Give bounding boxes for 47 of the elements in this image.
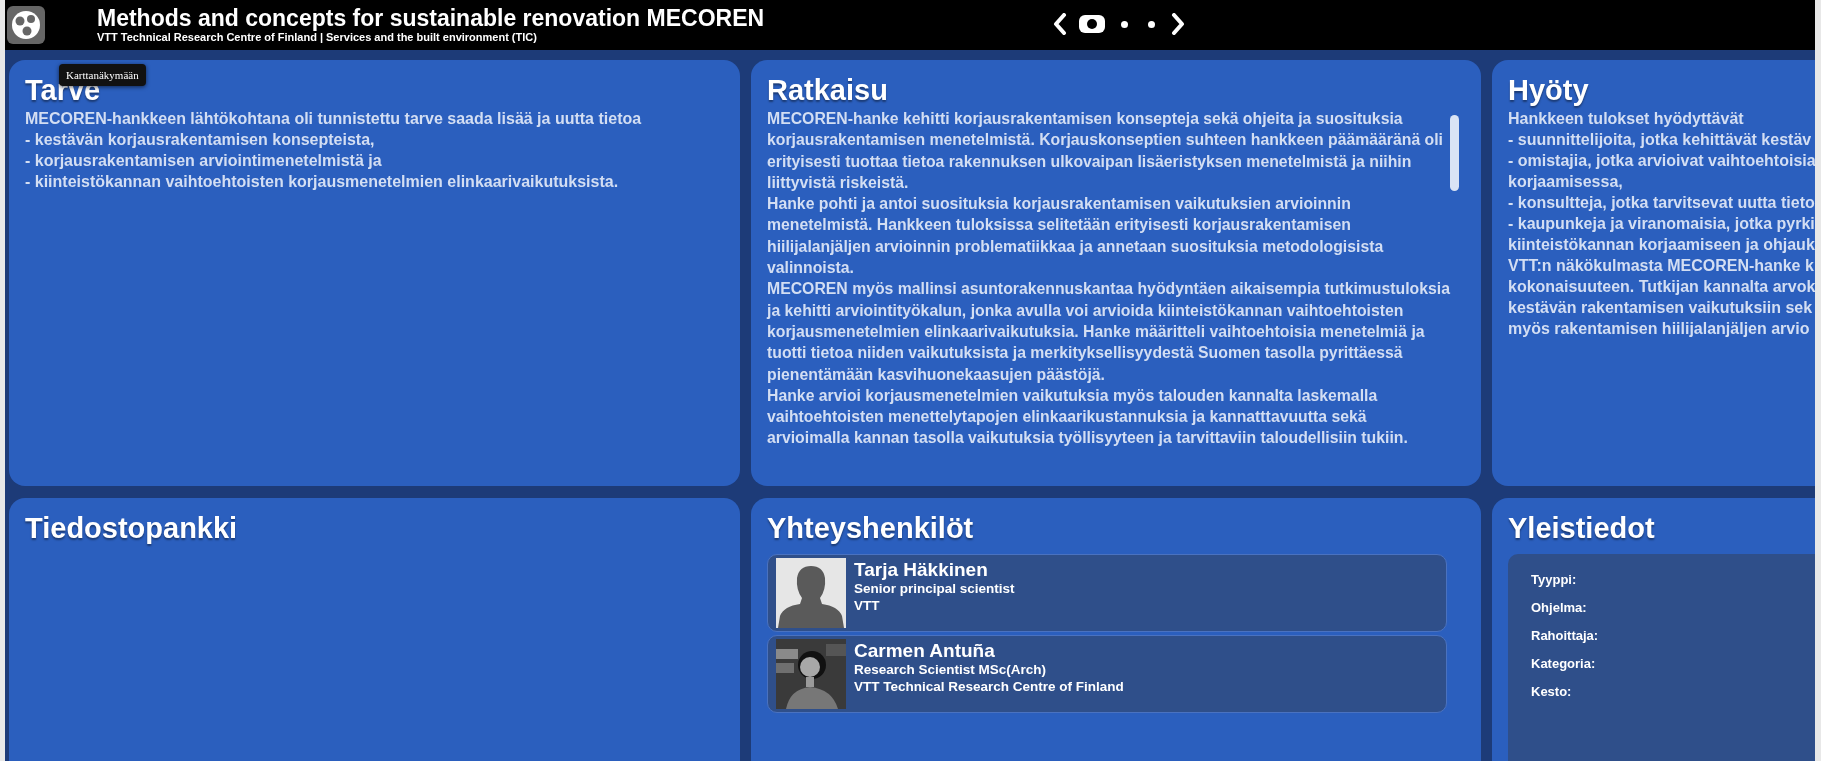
contact-role: Research Scientist MSc(Arch) [854,661,1048,678]
text-line: - suunnittelijoita, jotka kehittävät kestäv [1508,130,1813,150]
text-line: kokonaisuuteen. Tutkijan kannalta arvok [1508,277,1817,297]
text-line: kiinteistökannan korjaamiseen ja ohjauk [1508,235,1816,255]
text-line: - korjausrakentamisen arviointimenetelmistä ja [25,151,383,171]
contact-role: Senior principal scientist [854,580,1015,597]
paragraph: Hanke pohti ja antoi suosituksia korjausrakentamisen vaikutuksien arvioinnin menetelmistä. Hankkeen tuloksissa selitetään erityisesti korjausrakentamisen hiilijalanjäljen arvioinnin problematiikkaa ja annetaan suosituksia metodologisista valinnoista. [767,194,1385,279]
contact-organization: VTT Technical Research Centre of Finland [854,678,1124,695]
text-line: - konsultteja, jotka tarvitsevat uutta tieto [1508,193,1816,213]
card-title: Tiedostopankki [25,512,238,544]
contact-organization: VTT [854,597,881,614]
scrollbar-thumb[interactable] [1450,115,1459,191]
text-line: - kestävän korjausrakentamisen konsepteista, [25,130,376,150]
field-label: Kategoria: [1531,656,1597,671]
paragraph: MECOREN-hanke kehitti korjausrakentamisen konsepteja sekä ohjeita ja suosituksia korjausrakentamisen menetelmistä. Korjauskonseptien suhteen hankkeen päämääränä oli erityisesti tuottaa tietoa rakennuksen ulkovaipan lisäeristyksen menetelmistä ja niihin liittyvistä riskeistä. [767,109,1444,193]
page-indicator[interactable] [1079,15,1105,33]
text-line: korjaamisessa, [1508,172,1624,192]
paragraph: MECOREN myös mallinsi asuntorakennuskantaa hyödyntäen aikaisempia tutkimustuloksia ja kehitti arviointityökalun, jonka avulla voi arvioida kiinteistökannan vaihtoehtoisten korjausmenetelmien elinkaarivaikutuksia. Hanke määritteli vaihtoehtoisia menetelmiä ja tuotti tietoa niiden vaikutuksista ja merkityksellisyydestä Suomen tasolla pyrittäessä pienentämään kasvihuonekaasujen päästöjä. [767,279,1451,385]
page-subtitle: VTT Technical Research Centre of Finland | Services and the built environment (TIC) [97,31,538,44]
paragraph: Hanke arvioi korjausmenetelmien vaikutuksia myös talouden kannalta laskemalla vaihtoehtoisten menettelytapojen elinkaarikustannuksia ja kannatttavuutta sekä arvioimalla kannan tasolla vaikutuksia työllisyyteen ja tarvittaviin taloudellisiin tukiin. [767,385,1409,449]
page-indicator[interactable] [1148,20,1155,28]
contact-name: Carmen Antuña [854,640,996,661]
text-line: - kaupunkeja ja viranomaisia, jotka pyrki [1508,214,1816,234]
contact-card[interactable]: Tarja Häkkinen Senior principal scientist VTT [767,554,1447,632]
text-line: MECOREN-hankkeen lähtökohtana oli tunnistettu tarve saada lisää ja uutta tietoa [25,109,643,129]
text-line: myös rakentamisen hiilijalanjäljen arvio [1508,319,1811,339]
field-label: Kesto: [1531,684,1573,699]
field-label: Ohjelma: [1531,600,1588,615]
chevron-left-icon[interactable] [1053,13,1067,35]
contact-name: Tarja Häkkinen [854,559,989,580]
card-title: Yhteyshenkilöt [767,512,974,544]
text-line: Hankkeen tulokset hyödyttävät [1508,109,1745,129]
card-title: Yleistiedot [1508,512,1655,544]
chevron-right-icon[interactable] [1171,13,1185,35]
page-title: Methods and concepts for sustainable renovation MECOREN [97,6,765,30]
card-title: Ratkaisu [767,74,888,106]
card-title: Hyöty [1508,74,1589,106]
logo-icon[interactable] [7,6,45,44]
contact-card[interactable]: Carmen Antuña Research Scientist MSc(Arch) VTT Technical Research Centre of Finland [767,635,1447,713]
page-indicator[interactable] [1121,20,1128,28]
avatar-icon [776,558,846,628]
text-line: - kiinteistökannan vaihtoehtoisten korjausmenetelmien elinkaarivaikutuksista. [25,172,620,192]
field-label: Rahoittaja: [1531,628,1600,643]
text-line: kestävän rakentamisen vaikutuksiin sek [1508,298,1814,318]
text-line: VTT:n näkökulmasta MECOREN-hanke k [1508,256,1815,276]
field-label: Tyyppi: [1531,572,1578,587]
text-line: - omistajia, jotka arvioivat vaihtoehtoisia [1508,151,1817,171]
